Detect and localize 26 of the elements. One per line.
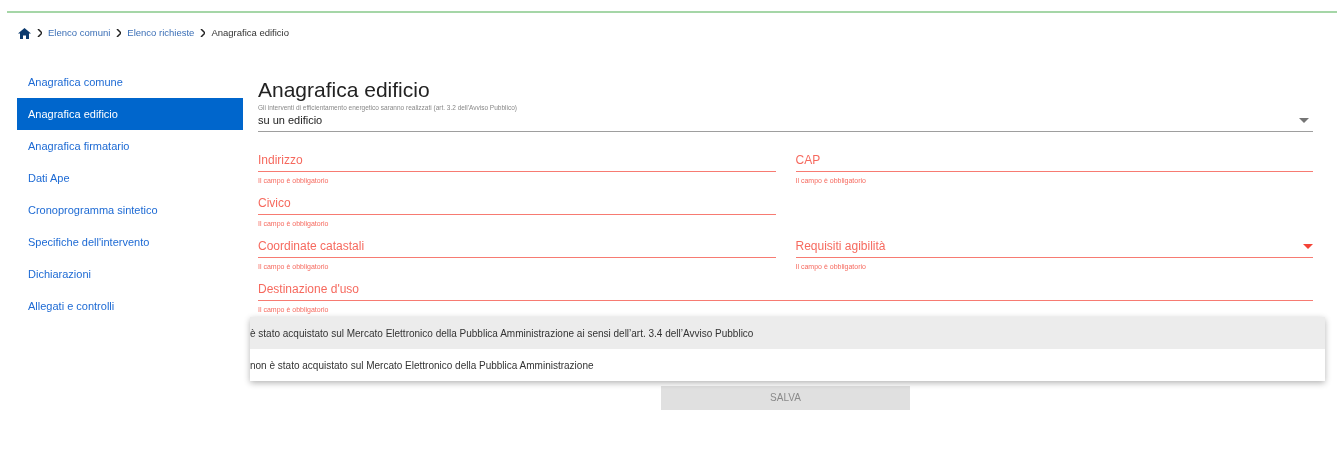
page-title: Anagrafica edificio bbox=[258, 77, 431, 103]
breadcrumb-link[interactable]: Elenco richieste bbox=[127, 25, 195, 41]
sidebar-item[interactable]: Cronoprogramma sintetico bbox=[17, 194, 243, 226]
dropdown-arrow-icon bbox=[1303, 243, 1313, 249]
menu-option[interactable]: non è stato acquistato sul Mercato Elettronico della Pubblica Amministrazione bbox=[250, 349, 1325, 381]
select-field[interactable]: Requisiti agibilità bbox=[795, 235, 1313, 258]
dropdown-arrow-icon bbox=[1299, 117, 1309, 123]
sidebar-item[interactable]: Anagrafica firmatario bbox=[17, 130, 243, 162]
input-field[interactable]: Destinazione d'uso bbox=[258, 278, 1313, 301]
sidebar-item[interactable]: Allegati e controlli bbox=[17, 290, 243, 322]
chevron-right-icon bbox=[37, 29, 42, 37]
chevron-right-icon bbox=[200, 29, 206, 37]
sidebar-item[interactable]: Dichiarazioni bbox=[17, 258, 243, 290]
sidebar-item[interactable]: Anagrafica edificio bbox=[17, 98, 243, 130]
home-icon[interactable] bbox=[18, 27, 31, 39]
sidebar-item[interactable]: Specifiche dell'intervento bbox=[17, 226, 243, 258]
input-field[interactable]: Indirizzo bbox=[258, 149, 776, 172]
sidebar-item[interactable]: Anagrafica comune bbox=[17, 66, 243, 98]
chevron-right-icon bbox=[116, 29, 122, 37]
input-field[interactable]: Coordinate catastali bbox=[258, 235, 776, 258]
input-field[interactable]: Civico bbox=[258, 192, 776, 215]
breadcrumb-link[interactable]: Elenco comuni bbox=[48, 25, 111, 41]
menu-option[interactable]: è stato acquistato sul Mercato Elettronico della Pubblica Amministrazione ai sensi dell’art. 3.4 dell’Avviso Pubblico bbox=[250, 317, 1325, 349]
breadcrumb-current: Anagrafica edificio bbox=[211, 25, 289, 40]
sidebar-item[interactable]: Dati Ape bbox=[17, 162, 243, 194]
input-field[interactable]: CAP bbox=[795, 149, 1313, 172]
